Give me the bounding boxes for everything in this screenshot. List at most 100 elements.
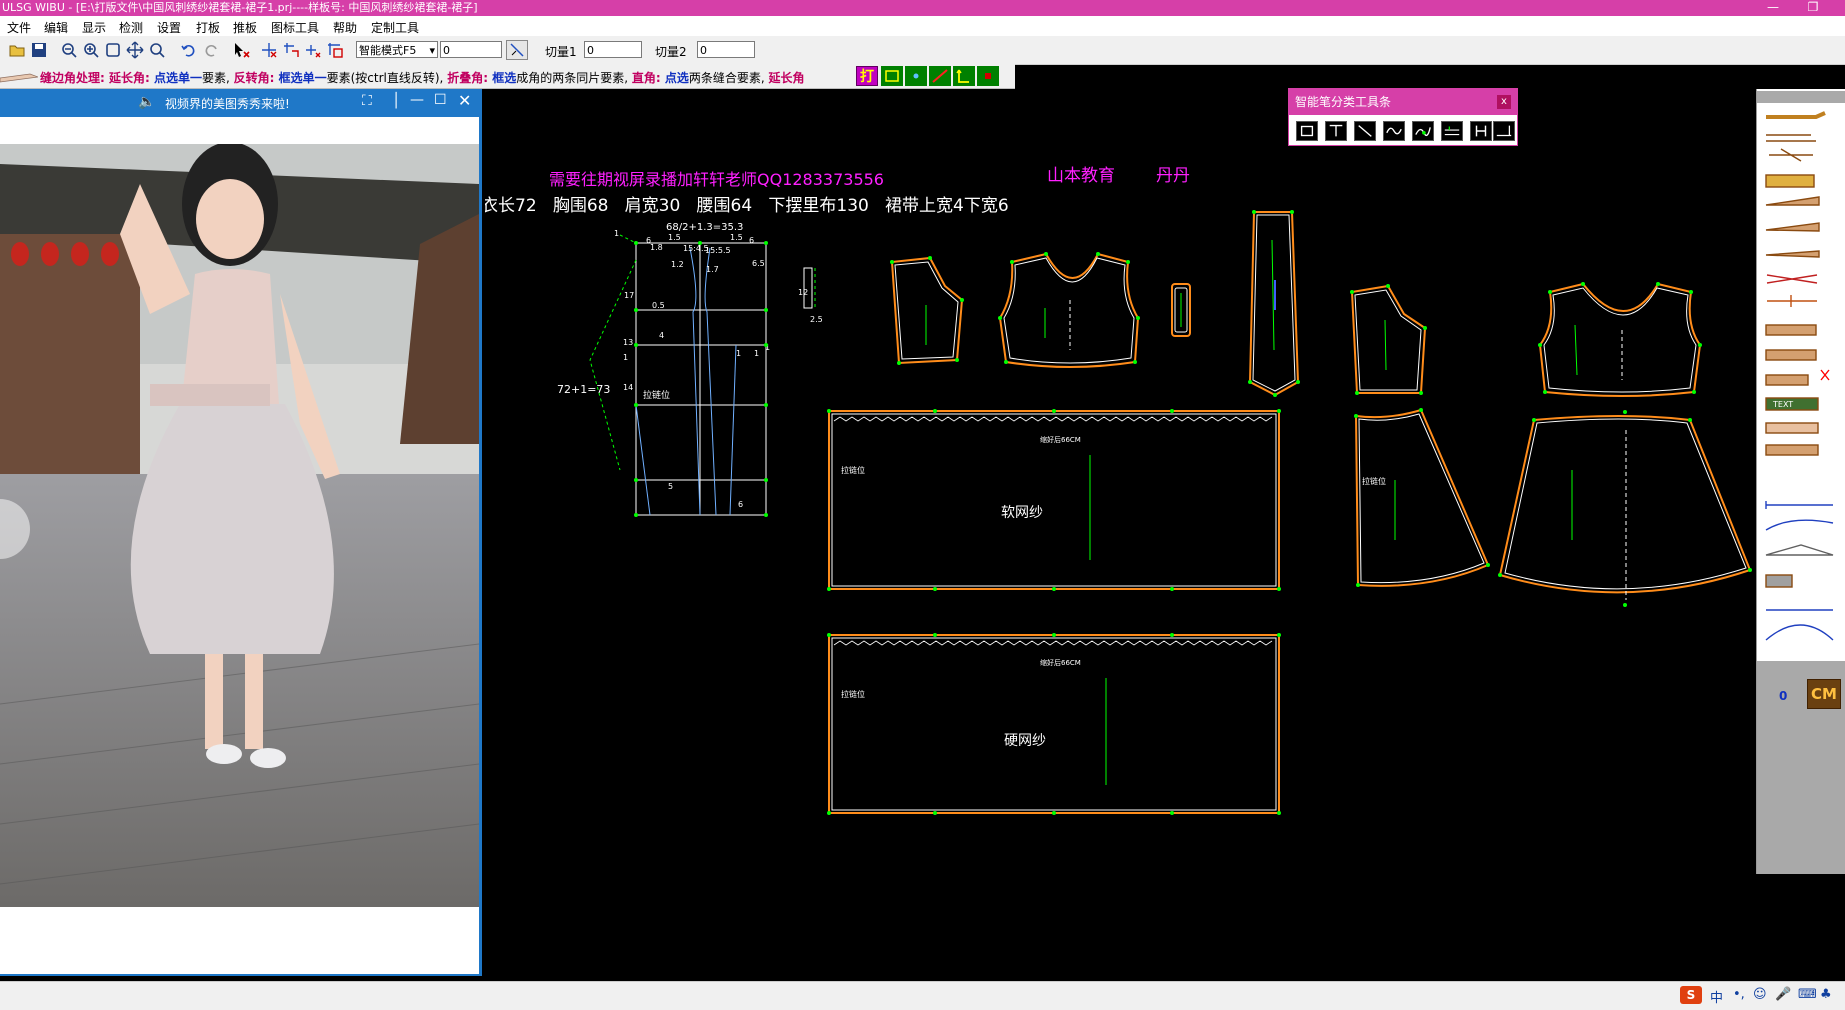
length-formula: 72+1=73 [557,383,610,396]
chevron-down-icon: ▾ [429,44,435,57]
cut2-label: 切量2 [655,45,687,59]
save-icon[interactable] [30,41,48,59]
ime-mode-icon[interactable]: 中 [1710,987,1723,1006]
zoom-in-icon[interactable] [82,41,100,59]
add-point-icon[interactable] [260,41,278,59]
skirt-back-flare[interactable]: 拉链位 [1354,408,1490,587]
zoom-out-icon[interactable] [60,41,78,59]
drawing-canvas[interactable]: 需要往期视屏录播加轩轩老师QQ1283373556 山本教育 丹丹 衣长72 胸… [485,89,1753,999]
menu-view[interactable]: 显示 [82,19,106,36]
point-edit-icon[interactable] [282,41,300,59]
pen-tool-icon[interactable] [506,40,528,60]
menu-settings[interactable]: 设置 [157,19,181,36]
select-delete-icon[interactable] [232,41,250,59]
menu-check[interactable]: 检测 [119,19,143,36]
open-folder-icon[interactable] [8,41,26,59]
svg-text:1: 1 [754,349,759,358]
minimize-video-icon[interactable]: — [410,92,424,108]
brand-text: 山本教育 [1047,166,1115,186]
speaker-icon[interactable]: 🔈 [138,94,155,110]
measure-tool-icon[interactable] [1493,121,1515,141]
punctuation-icon[interactable]: •, [1733,987,1745,1002]
unit-value: 0 [1779,689,1788,703]
sash-piece[interactable] [1248,211,1300,397]
video-window[interactable]: 🔈 视频界的美图秀秀来啦! ⛶ │ — ☐ ✕ [0,89,482,976]
offset-tool-icon[interactable] [1441,121,1463,141]
cut2-input[interactable]: 0 [697,41,755,58]
restore-icon[interactable]: ❐ [1798,0,1828,16]
soft-mesh-panel[interactable]: 缩好后66CM 拉链位 软网纱 [828,410,1280,590]
svg-text:1.7: 1.7 [706,265,719,274]
close-icon[interactable]: x [1497,95,1511,109]
svg-text:6: 6 [738,500,743,509]
corner-tool-button[interactable]: 打 [856,66,878,86]
rect-corner-icon[interactable] [881,66,903,86]
menu-file[interactable]: 文件 [7,19,31,36]
cut1-input[interactable]: 0 [584,41,642,58]
t-square-tool-icon[interactable] [1325,121,1347,141]
emoji-icon[interactable]: ☺ [1753,987,1767,1002]
bodice-back-right-piece[interactable] [1350,284,1427,394]
svg-text:13: 13 [623,338,633,347]
soft-mesh-label: 软网纱 [1001,505,1043,521]
bodice-front-piece[interactable] [998,252,1140,368]
bodice-back-piece[interactable] [890,256,964,365]
pin-icon[interactable]: │ [392,93,400,109]
curve-tool-icon[interactable] [1383,121,1405,141]
delete-point-icon[interactable] [326,41,344,59]
undo-icon[interactable] [180,41,198,59]
rectangle-tool-icon[interactable] [1296,121,1318,141]
zoom-window-icon[interactable] [148,41,166,59]
minimize-icon[interactable]: — [1758,0,1788,16]
soft-mesh-note: 缩好后66CM [1040,435,1081,444]
value-input[interactable]: 0 [440,41,502,58]
title-bar: ULSG WIBU - [E:\打版文件\中国风刺绣纱裙套裙-裙子1.prj--… [0,0,1845,16]
smart-pen-toolbar[interactable]: 智能笔分类工具条 x [1288,88,1518,146]
hard-mesh-panel[interactable]: 缩好后66CM 拉链位 硬网纱 [828,634,1280,814]
smart-curve-tool-icon[interactable] [1412,121,1434,141]
pan-icon[interactable] [126,41,144,59]
unit-button[interactable]: CM [1807,679,1841,709]
h-tool-icon[interactable] [1470,121,1492,141]
skirt-front-flare[interactable] [1498,415,1752,600]
facing-piece[interactable] [1171,283,1191,337]
mode-select[interactable]: 智能模式F5 ▾ [356,41,438,58]
arrow-corner-icon[interactable] [953,66,975,86]
ime-logo-icon[interactable]: S [1680,986,1702,1004]
video-title: 视频界的美图秀秀来啦! [165,97,290,111]
close-video-icon[interactable]: ✕ [458,91,471,110]
tool-icons[interactable]: TEXT [1761,105,1845,665]
svg-text:1.5: 1.5 [668,233,681,242]
redo-icon[interactable] [202,41,220,59]
zoom-fit-icon[interactable] [104,41,122,59]
maximize-video-icon[interactable]: ☐ [434,92,447,108]
svg-text:5: 5 [668,482,673,491]
window-title: ULSG WIBU - [E:\打版文件\中国风刺绣纱裙套裙-裙子1.prj--… [2,1,478,14]
dot-corner-icon[interactable] [905,66,927,86]
text-tool[interactable]: TEXT [1772,400,1793,409]
bodice-front-right-piece[interactable] [1538,282,1702,397]
menu-grading[interactable]: 推板 [233,19,257,36]
microphone-icon[interactable]: 🎤 [1775,987,1791,1002]
line-tool-icon[interactable] [1354,121,1376,141]
fullscreen-icon[interactable]: ⛶ [362,93,372,109]
menu-help[interactable]: 帮助 [333,19,357,36]
seam-corner-red-icon[interactable] [977,66,999,86]
draft-block[interactable]: 68/2+1.3=35.3 72+1=73 拉链位 1 6 1.5 1.5 6 … [557,222,823,516]
skirt-zip-label: 拉链位 [1362,476,1386,486]
svg-text:1: 1 [614,229,619,238]
menu-pattern[interactable]: 打板 [196,19,220,36]
video-frame[interactable] [0,144,479,907]
svg-text:6: 6 [749,236,754,245]
video-header: 🔈 视频界的美图秀秀来啦! ⛶ │ — ☐ ✕ [0,89,479,117]
panel-tab-bottom [1757,661,1845,673]
svg-text:6.5: 6.5 [752,259,765,268]
plus-point-icon[interactable] [304,41,322,59]
menu-icon-tools[interactable]: 图标工具 [271,19,319,36]
menu-custom-tools[interactable]: 定制工具 [371,19,419,36]
svg-text:0.5: 0.5 [652,301,665,310]
menu-edit[interactable]: 编辑 [44,19,68,36]
keyboard-icon[interactable]: ⌨ [1798,987,1817,1002]
diagonal-corner-icon[interactable] [929,66,951,86]
skin-icon[interactable]: ♣ [1820,987,1832,1002]
